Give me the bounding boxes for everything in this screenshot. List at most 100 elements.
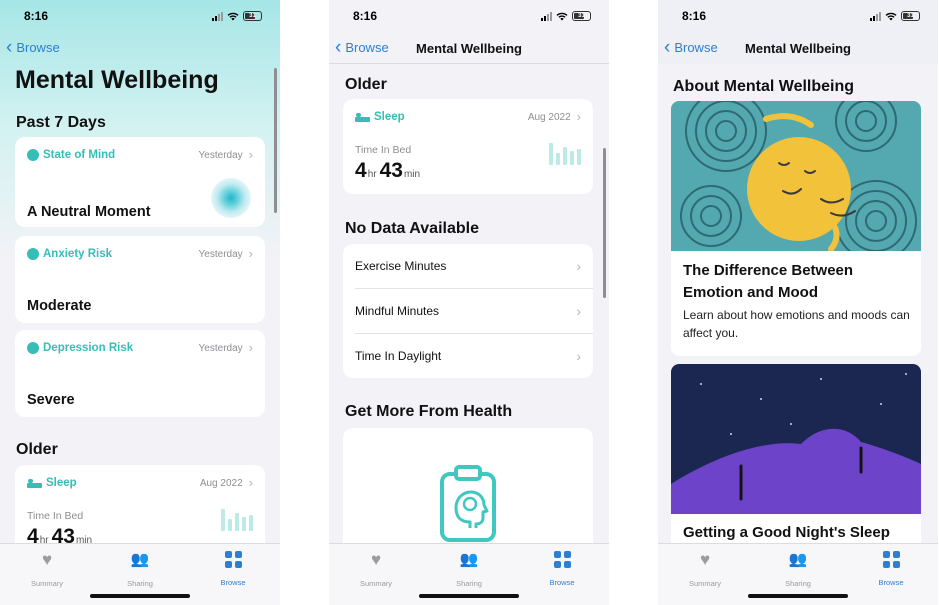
scrollbar[interactable] [603,148,606,298]
depression-risk-card[interactable]: Depression Risk Yesterday › Severe [15,330,265,417]
bed-icon [355,112,370,122]
anxiety-risk-card[interactable]: Anxiety Risk Yesterday › Moderate [15,236,265,323]
heart-icon: ♥ [699,550,711,569]
grid-icon [553,551,571,568]
card-label: Sleep [46,477,77,489]
section-about: About Mental Wellbeing [673,78,855,95]
status-bar: 8:16 31 [329,0,609,34]
heart-icon: ♥ [41,550,53,569]
card-date: Aug 2022 [527,111,571,123]
wifi-icon [885,12,897,20]
night-sky-illustration [671,364,921,514]
scrollbar[interactable] [274,68,277,213]
section-no-data: No Data Available [345,220,479,237]
screen-about-mental-wellbeing: 8:16 31 ‹ Browse Mental Wellbeing About M… [658,0,938,605]
mind-head-icon [27,342,39,354]
tab-browse[interactable]: Browse [527,551,597,590]
tab-browse[interactable]: Browse [198,551,268,590]
home-indicator [90,594,190,598]
card-header: Sleep Aug 2022 › [27,475,253,490]
chevron-right-icon: › [248,340,253,355]
tab-sharing[interactable]: 👥 Sharing [105,551,175,591]
chevron-right-icon: › [576,258,581,274]
article-card-emotion-mood[interactable]: The Difference Between Emotion and Mood … [671,101,921,356]
status-time: 8:16 [682,9,707,23]
nav-title: Mental Wellbeing [745,41,851,56]
list-item-exercise-minutes[interactable]: Exercise Minutes › [355,244,581,288]
people-icon: 👥 [130,551,150,568]
status-icons: 31 [870,11,920,21]
people-icon: 👥 [788,551,808,568]
tab-bar: ♥ Summary 👥 Sharing Browse [329,543,609,605]
sun-illustration [671,101,921,251]
screen-mental-wellbeing-top: 8:16 31 ‹ Browse Mental Wellbeing Past 7 … [0,0,280,605]
article-title: The Difference Between Emotion and Mood [683,262,854,301]
tab-summary[interactable]: ♥ Summary [670,551,740,591]
section-older: Older [16,441,58,458]
card-value: A Neutral Moment [27,204,151,220]
home-indicator [419,594,519,598]
section-past-7-days: Past 7 Days [16,114,106,131]
card-date: Yesterday [198,149,243,161]
chevron-left-icon: ‹ [6,36,13,58]
home-indicator [748,594,848,598]
article-card-sleep[interactable]: Getting a Good Night's Sleep [671,364,921,549]
tab-browse[interactable]: Browse [856,551,926,590]
signal-icon [212,11,223,21]
sleep-mini-chart [549,143,581,165]
metric-label: Time In Bed [27,510,84,522]
card-value: Moderate [27,298,92,314]
nav-bar: ‹ Browse Mental Wellbeing [329,34,609,64]
people-icon: 👥 [459,551,479,568]
tab-summary[interactable]: ♥ Summary [341,551,411,591]
chevron-right-icon: › [248,475,253,490]
state-of-mind-orb-icon [211,178,251,218]
no-data-list: Exercise Minutes › Mindful Minutes › Time … [343,244,593,378]
section-get-more: Get More From Health [345,403,513,420]
list-item-mindful-minutes[interactable]: Mindful Minutes › [355,289,581,333]
screen-mental-wellbeing-scrolled: 8:16 31 ‹ Browse Mental Wellbeing Older S… [329,0,609,605]
mind-head-icon [27,149,39,161]
tab-bar: ♥ Summary 👥 Sharing Browse [0,543,280,605]
nav-title: Mental Wellbeing [416,41,522,56]
battery-icon: 31 [243,11,262,21]
tab-sharing[interactable]: 👥 Sharing [763,551,833,591]
section-older: Older [345,76,387,93]
card-label: Sleep [374,111,405,123]
grid-icon [224,551,242,568]
card-label: State of Mind [43,149,116,161]
bed-icon [27,478,42,488]
article-description: Learn about how emotions and moods can a… [683,308,910,340]
wifi-icon [227,12,239,20]
sleep-mini-chart [221,509,253,531]
card-date: Yesterday [198,248,243,260]
back-button[interactable]: ‹ Browse [6,36,60,58]
back-label: Browse [16,40,60,55]
card-header: Anxiety Risk Yesterday › [27,247,253,260]
status-bar: 8:16 31 [0,0,280,34]
page-title: Mental Wellbeing [15,66,219,94]
tab-sharing[interactable]: 👥 Sharing [434,551,504,591]
status-icons: 31 [212,11,262,21]
status-bar: 8:16 31 [658,0,938,34]
sleep-card[interactable]: Sleep Aug 2022 › Time In Bed 4hr 43min [343,99,593,194]
tab-summary[interactable]: ♥ Summary [12,551,82,591]
nav-bar: ‹ Browse [0,34,280,64]
chevron-right-icon: › [576,109,581,124]
sleep-value: 4hr 43min [355,159,421,182]
status-icons: 31 [541,11,591,21]
card-header: Sleep Aug 2022 › [355,109,581,124]
card-header: Depression Risk Yesterday › [27,340,253,355]
wifi-icon [556,12,568,20]
chevron-right-icon: › [576,303,581,319]
battery-icon: 31 [901,11,920,21]
list-item-time-in-daylight[interactable]: Time In Daylight › [355,334,581,378]
nav-bar: ‹ Browse Mental Wellbeing [658,34,938,64]
heart-icon: ♥ [370,550,382,569]
chevron-right-icon: › [576,348,581,364]
state-of-mind-card[interactable]: State of Mind Yesterday › A Neutral Mome… [15,137,265,227]
status-time: 8:16 [353,9,378,23]
signal-icon [870,11,881,21]
grid-icon [882,551,900,568]
article-title: Getting a Good Night's Sleep [683,524,890,541]
